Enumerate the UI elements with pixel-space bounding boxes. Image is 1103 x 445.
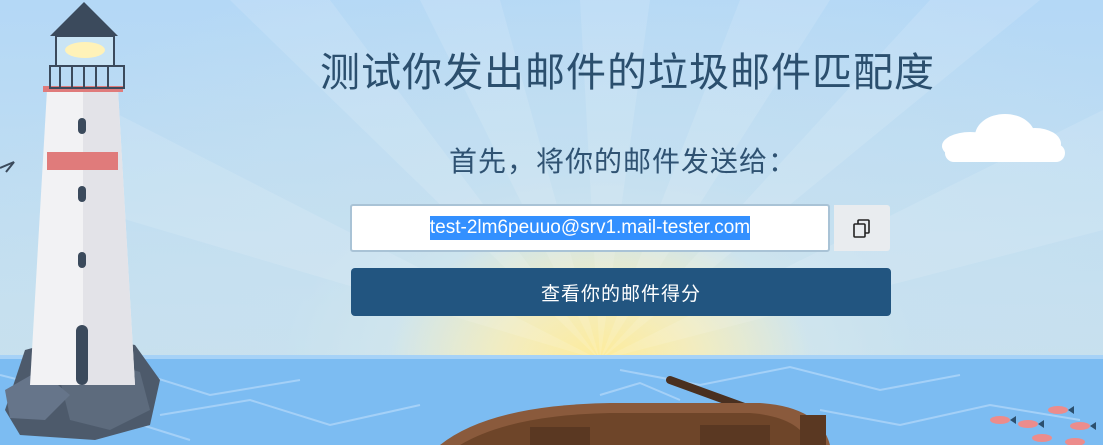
copy-icon <box>853 219 870 238</box>
instruction-subtitle: 首先，将你的邮件发送给： <box>449 145 798 178</box>
cloud-illustration <box>942 114 1065 162</box>
check-score-button[interactable]: 查看你的邮件得分 <box>351 268 891 316</box>
test-email-address-field[interactable]: test-2lm6peuuo@srv1.mail-tester.com <box>350 204 830 252</box>
page-title: 测试你发出邮件的垃圾邮件匹配度 <box>320 50 935 96</box>
lighthouse-illustration <box>0 2 160 440</box>
copy-email-button[interactable] <box>834 205 890 251</box>
email-address-text[interactable]: test-2lm6peuuo@srv1.mail-tester.com <box>429 216 751 240</box>
boat-illustration <box>440 376 830 445</box>
fish-school-illustration <box>990 406 1096 445</box>
